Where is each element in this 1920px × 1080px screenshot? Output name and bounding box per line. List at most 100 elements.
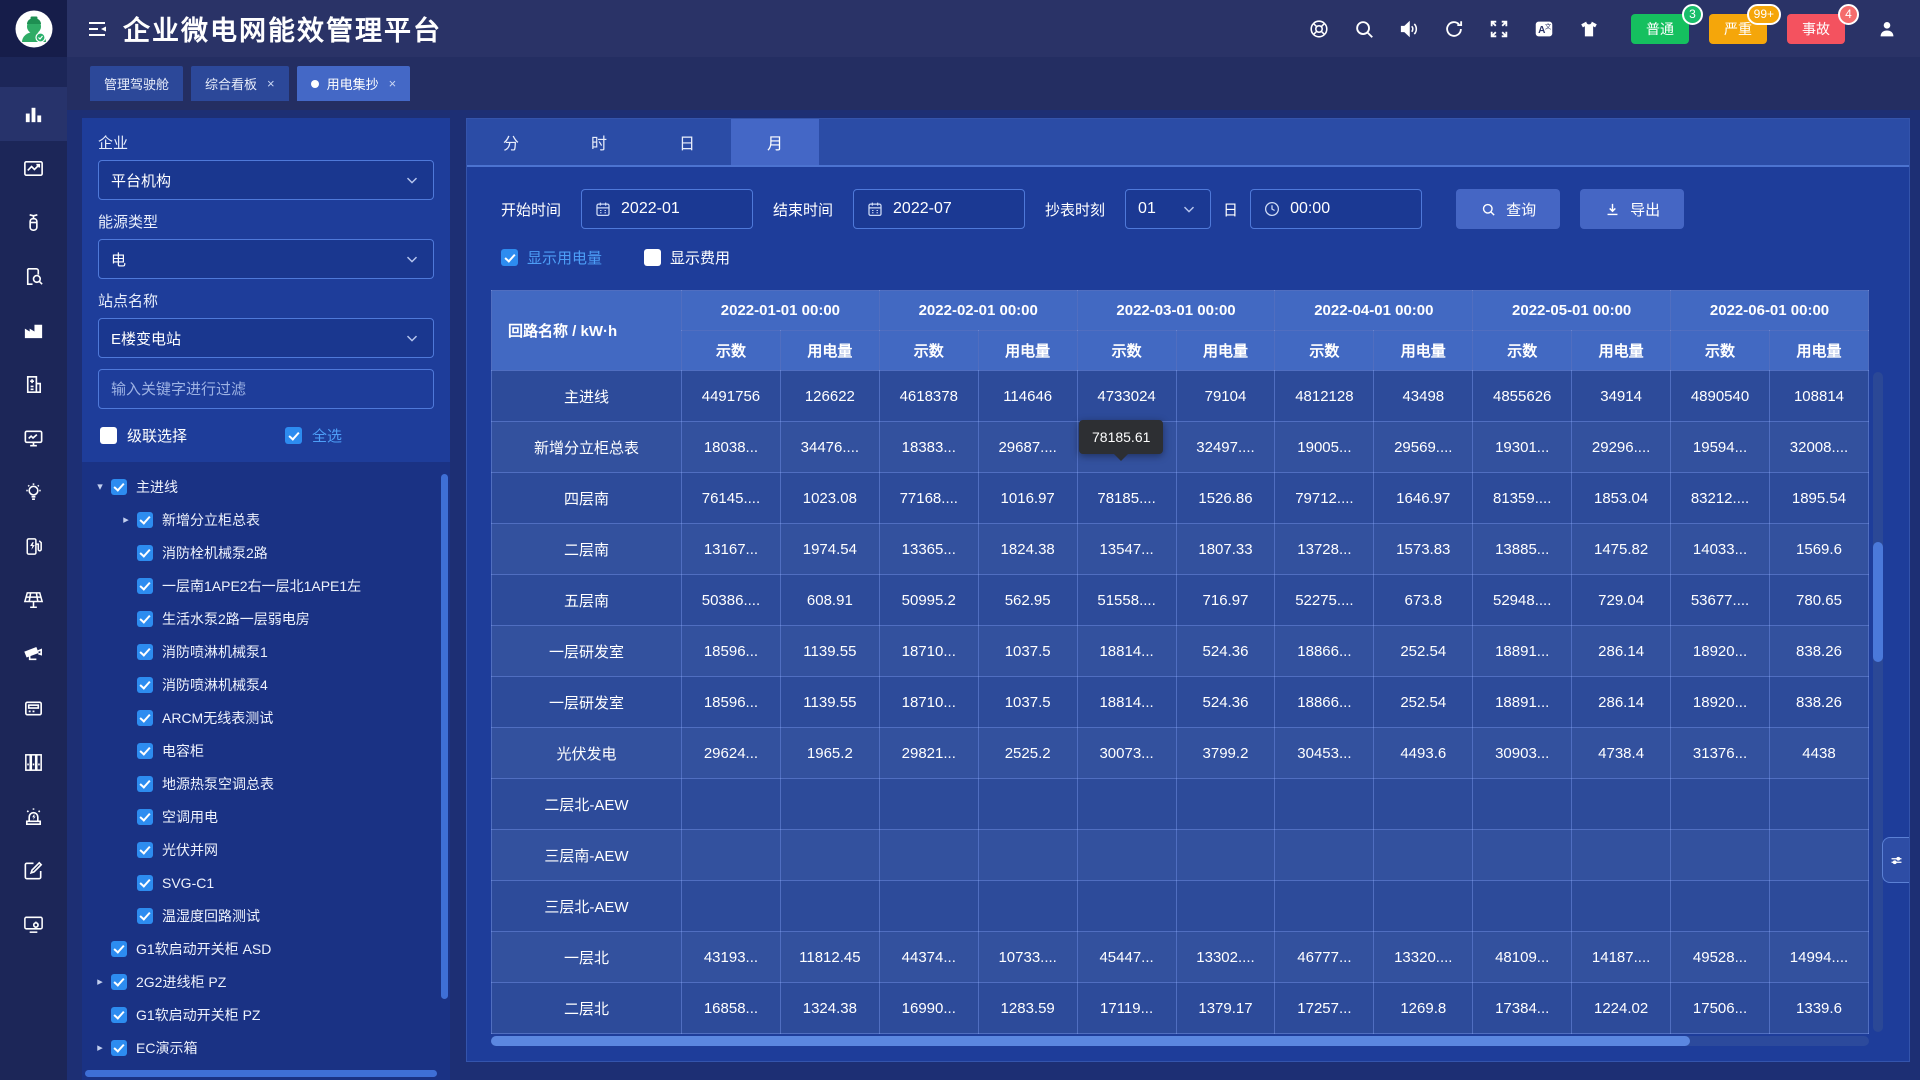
rail-item-solar-panel[interactable] [0,573,67,627]
close-icon[interactable]: × [267,76,275,91]
tree-checkbox[interactable] [137,842,153,858]
show-energy-checkbox[interactable]: 显示用电量 [501,247,602,268]
rail-item-edit-square[interactable] [0,843,67,897]
rail-item-factory[interactable] [0,303,67,357]
tree-checkbox[interactable] [137,677,153,693]
alert-button-事故[interactable]: 事故 4 [1787,14,1845,44]
caret-right-icon[interactable]: ▸ [92,1041,108,1054]
table-row[interactable]: 一层北43193...11812.4544374...10733....4544… [492,932,1869,983]
period-tab-分[interactable]: 分 [467,119,555,165]
rail-item-fire-extinguisher[interactable] [0,195,67,249]
tree-checkbox[interactable] [137,776,153,792]
rail-item-trend-chart[interactable] [0,141,67,195]
tree-item[interactable]: 消防栓机械泵2路 [82,536,450,569]
tree-item[interactable]: 电容柜 [82,734,450,767]
tree-vertical-scrollbar[interactable] [441,474,448,999]
tree-item[interactable]: ARCM无线表测试 [82,701,450,734]
tab-用电集抄[interactable]: 用电集抄× [297,66,411,101]
table-row[interactable]: 一层研发室18596...1139.5518710...1037.518814.… [492,677,1869,728]
tree-item[interactable]: 空调用电 [82,800,450,833]
user-icon[interactable] [1876,18,1898,40]
tree-item[interactable]: ▸ 2G2进线柜 PZ [82,965,450,998]
tree-checkbox[interactable] [137,710,153,726]
tree-checkbox[interactable] [137,875,153,891]
tree-item[interactable]: 生活水泵2路一层弱电房 [82,602,450,635]
tree-item[interactable]: ▸ 新增分立柜总表 [82,503,450,536]
energy-select[interactable]: 电 [98,239,434,279]
tree-checkbox[interactable] [111,479,127,495]
period-tab-时[interactable]: 时 [555,119,643,165]
table-row[interactable]: 三层北-AEW [492,881,1869,932]
export-button[interactable]: 导出 [1580,189,1684,229]
rail-item-bulb[interactable] [0,465,67,519]
tree-item[interactable]: 消防喷淋机械泵4 [82,668,450,701]
tree-checkbox[interactable] [111,941,127,957]
station-select[interactable]: E楼变电站 [98,318,434,358]
rail-item-alarm-siren[interactable] [0,789,67,843]
tshirt-icon[interactable] [1578,18,1600,40]
tree-checkbox[interactable] [137,644,153,660]
select-all-label[interactable]: 全选 [312,425,342,446]
tree-item[interactable]: G1软启动开关柜 ASD [82,932,450,965]
rail-item-bar-chart[interactable] [0,87,67,141]
tree-checkbox[interactable] [137,743,153,759]
tree-item[interactable]: 光伏并网 [82,833,450,866]
tree-checkbox[interactable] [137,578,153,594]
alert-button-严重[interactable]: 严重 99+ [1709,14,1767,44]
lifebuoy-icon[interactable] [1308,18,1330,40]
tab-管理驾驶舱[interactable]: 管理驾驶舱 [90,66,183,101]
table-horizontal-scrollbar[interactable] [491,1036,1869,1046]
rail-item-system-settings[interactable] [0,897,67,951]
tree-checkbox[interactable] [137,809,153,825]
rail-item-device-panel[interactable] [0,681,67,735]
tree-checkbox[interactable] [137,512,153,528]
caret-right-icon[interactable]: ▸ [92,975,108,988]
volume-icon[interactable] [1398,18,1420,40]
tree-item[interactable]: ▾ 主进线 [82,470,450,503]
table-row[interactable]: 四层南76145....1023.0877168....1016.9778185… [492,473,1869,524]
period-tab-日[interactable]: 日 [643,119,731,165]
tree-item[interactable]: G1软启动开关柜 PZ [82,998,450,1031]
table-row[interactable]: 新增分立柜总表18038...34476....18383...29687...… [492,422,1869,473]
caret-right-icon[interactable]: ▸ [118,513,134,526]
end-date-input[interactable]: 2022-07 [853,189,1025,229]
tree-item[interactable]: 一层南1APE2右一层北1APE1左 [82,569,450,602]
tree-item[interactable]: ▸ EC演示箱 [82,1031,450,1064]
start-date-input[interactable]: 2022-01 [581,189,753,229]
rail-item-cctv-camera[interactable] [0,627,67,681]
table-row[interactable]: 二层北-AEW [492,779,1869,830]
tree-item[interactable]: SVG-C1 [82,866,450,899]
rail-item-monitor-chart[interactable] [0,411,67,465]
tab-综合看板[interactable]: 综合看板× [191,66,289,101]
tree-checkbox[interactable] [111,974,127,990]
search-icon[interactable] [1353,18,1375,40]
tree-checkbox[interactable] [111,1040,127,1056]
org-select[interactable]: 平台机构 [98,160,434,200]
table-row[interactable]: 二层北16858...1324.3816990...1283.5917119..… [492,983,1869,1034]
period-tab-月[interactable]: 月 [731,119,819,165]
tree-checkbox[interactable] [137,908,153,924]
rail-item-ev-charger[interactable] [0,519,67,573]
table-row[interactable]: 五层南50386....608.9150995.2562.9551558....… [492,575,1869,626]
tree-checkbox[interactable] [137,611,153,627]
table-row[interactable]: 二层南13167...1974.5413365...1824.3813547..… [492,524,1869,575]
select-all-checkbox[interactable] [285,427,302,444]
tree-item[interactable]: 消防喷淋机械泵1 [82,635,450,668]
tree-checkbox[interactable] [111,1007,127,1023]
caret-down-icon[interactable]: ▾ [92,480,108,493]
tree-item[interactable]: 温湿度回路测试 [82,899,450,932]
tree-horizontal-scrollbar[interactable] [85,1070,437,1077]
rail-item-building-hospital[interactable] [0,357,67,411]
tree-filter-input[interactable] [98,369,434,409]
day-select[interactable]: 01 [1125,189,1211,229]
alert-button-普通[interactable]: 普通 3 [1631,14,1689,44]
table-row[interactable]: 光伏发电29624...1965.229821...2525.230073...… [492,728,1869,779]
rail-item-doc-search[interactable] [0,249,67,303]
show-cost-checkbox[interactable]: 显示费用 [644,247,730,268]
cascade-checkbox[interactable] [100,427,117,444]
tree-checkbox[interactable] [137,545,153,561]
fullscreen-icon[interactable] [1488,18,1510,40]
table-row[interactable]: 三层南-AEW [492,830,1869,881]
table-row[interactable]: 一层研发室18596...1139.5518710...1037.518814.… [492,626,1869,677]
refresh-icon[interactable] [1443,18,1465,40]
